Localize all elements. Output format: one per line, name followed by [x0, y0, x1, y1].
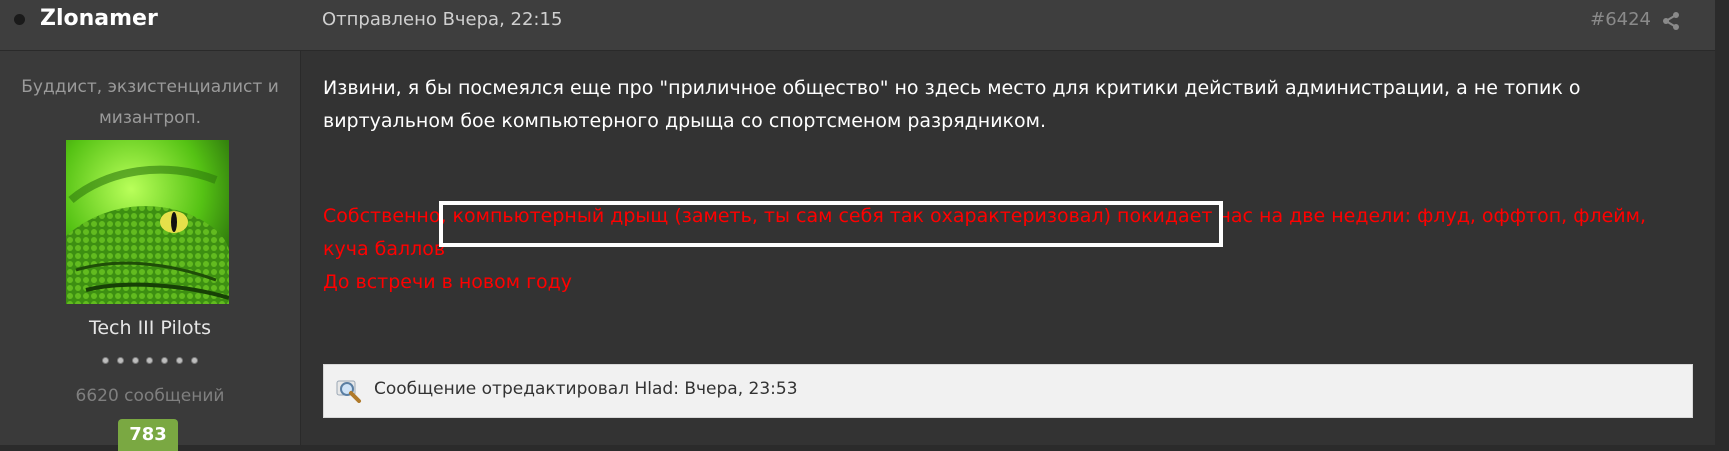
- rank-pip-icon: [146, 357, 154, 364]
- post-body: Извини, я бы посмеялся еще про "прилично…: [323, 72, 1693, 138]
- reputation-badge[interactable]: 783: [118, 419, 178, 451]
- post-text: Извини, я бы посмеялся еще про "прилично…: [323, 77, 1581, 132]
- rank-pip-icon: [176, 357, 184, 364]
- rank-pip-icon: [116, 357, 124, 364]
- edit-notice-text: Сообщение отредактировал Hlad: Вчера, 23…: [374, 379, 798, 399]
- rank-pip-icon: [131, 357, 139, 364]
- share-icon[interactable]: [1661, 11, 1681, 31]
- user-title: Буддист, экзистенциалист и мизантроп.: [21, 77, 279, 128]
- rank-pip-icon: [102, 357, 109, 364]
- rank-pip-icon: [161, 357, 169, 364]
- edit-magnifier-icon: [336, 380, 361, 403]
- highlight-frame: [439, 201, 1223, 247]
- edit-notice: Сообщение отредактировал Hlad: Вчера, 23…: [323, 364, 1693, 418]
- user-group: Tech III Pilots: [88, 317, 211, 339]
- author-sidebar: Буддист, экзистенциалист и мизантроп. Te…: [0, 51, 301, 451]
- moderator-note-line: До встречи в новом году: [323, 271, 573, 293]
- rank-pips: [102, 357, 198, 367]
- status-dot-icon: [14, 14, 25, 25]
- post-date: Отправлено Вчера, 22:15: [322, 9, 563, 30]
- user-avatar[interactable]: [66, 140, 229, 304]
- rank-pip-icon: [190, 357, 198, 364]
- author-name-link[interactable]: Zlonamer: [40, 6, 158, 31]
- post-header: Zlonamer Отправлено Вчера, 22:15 #6424: [0, 0, 1715, 51]
- page-scroll-gutter: [1715, 0, 1729, 445]
- post-count: 6620 сообщений: [75, 386, 225, 406]
- post-number-link[interactable]: #6424: [1590, 9, 1651, 30]
- forum-post: Zlonamer Отправлено Вчера, 22:15 #6424 Б…: [0, 0, 1715, 451]
